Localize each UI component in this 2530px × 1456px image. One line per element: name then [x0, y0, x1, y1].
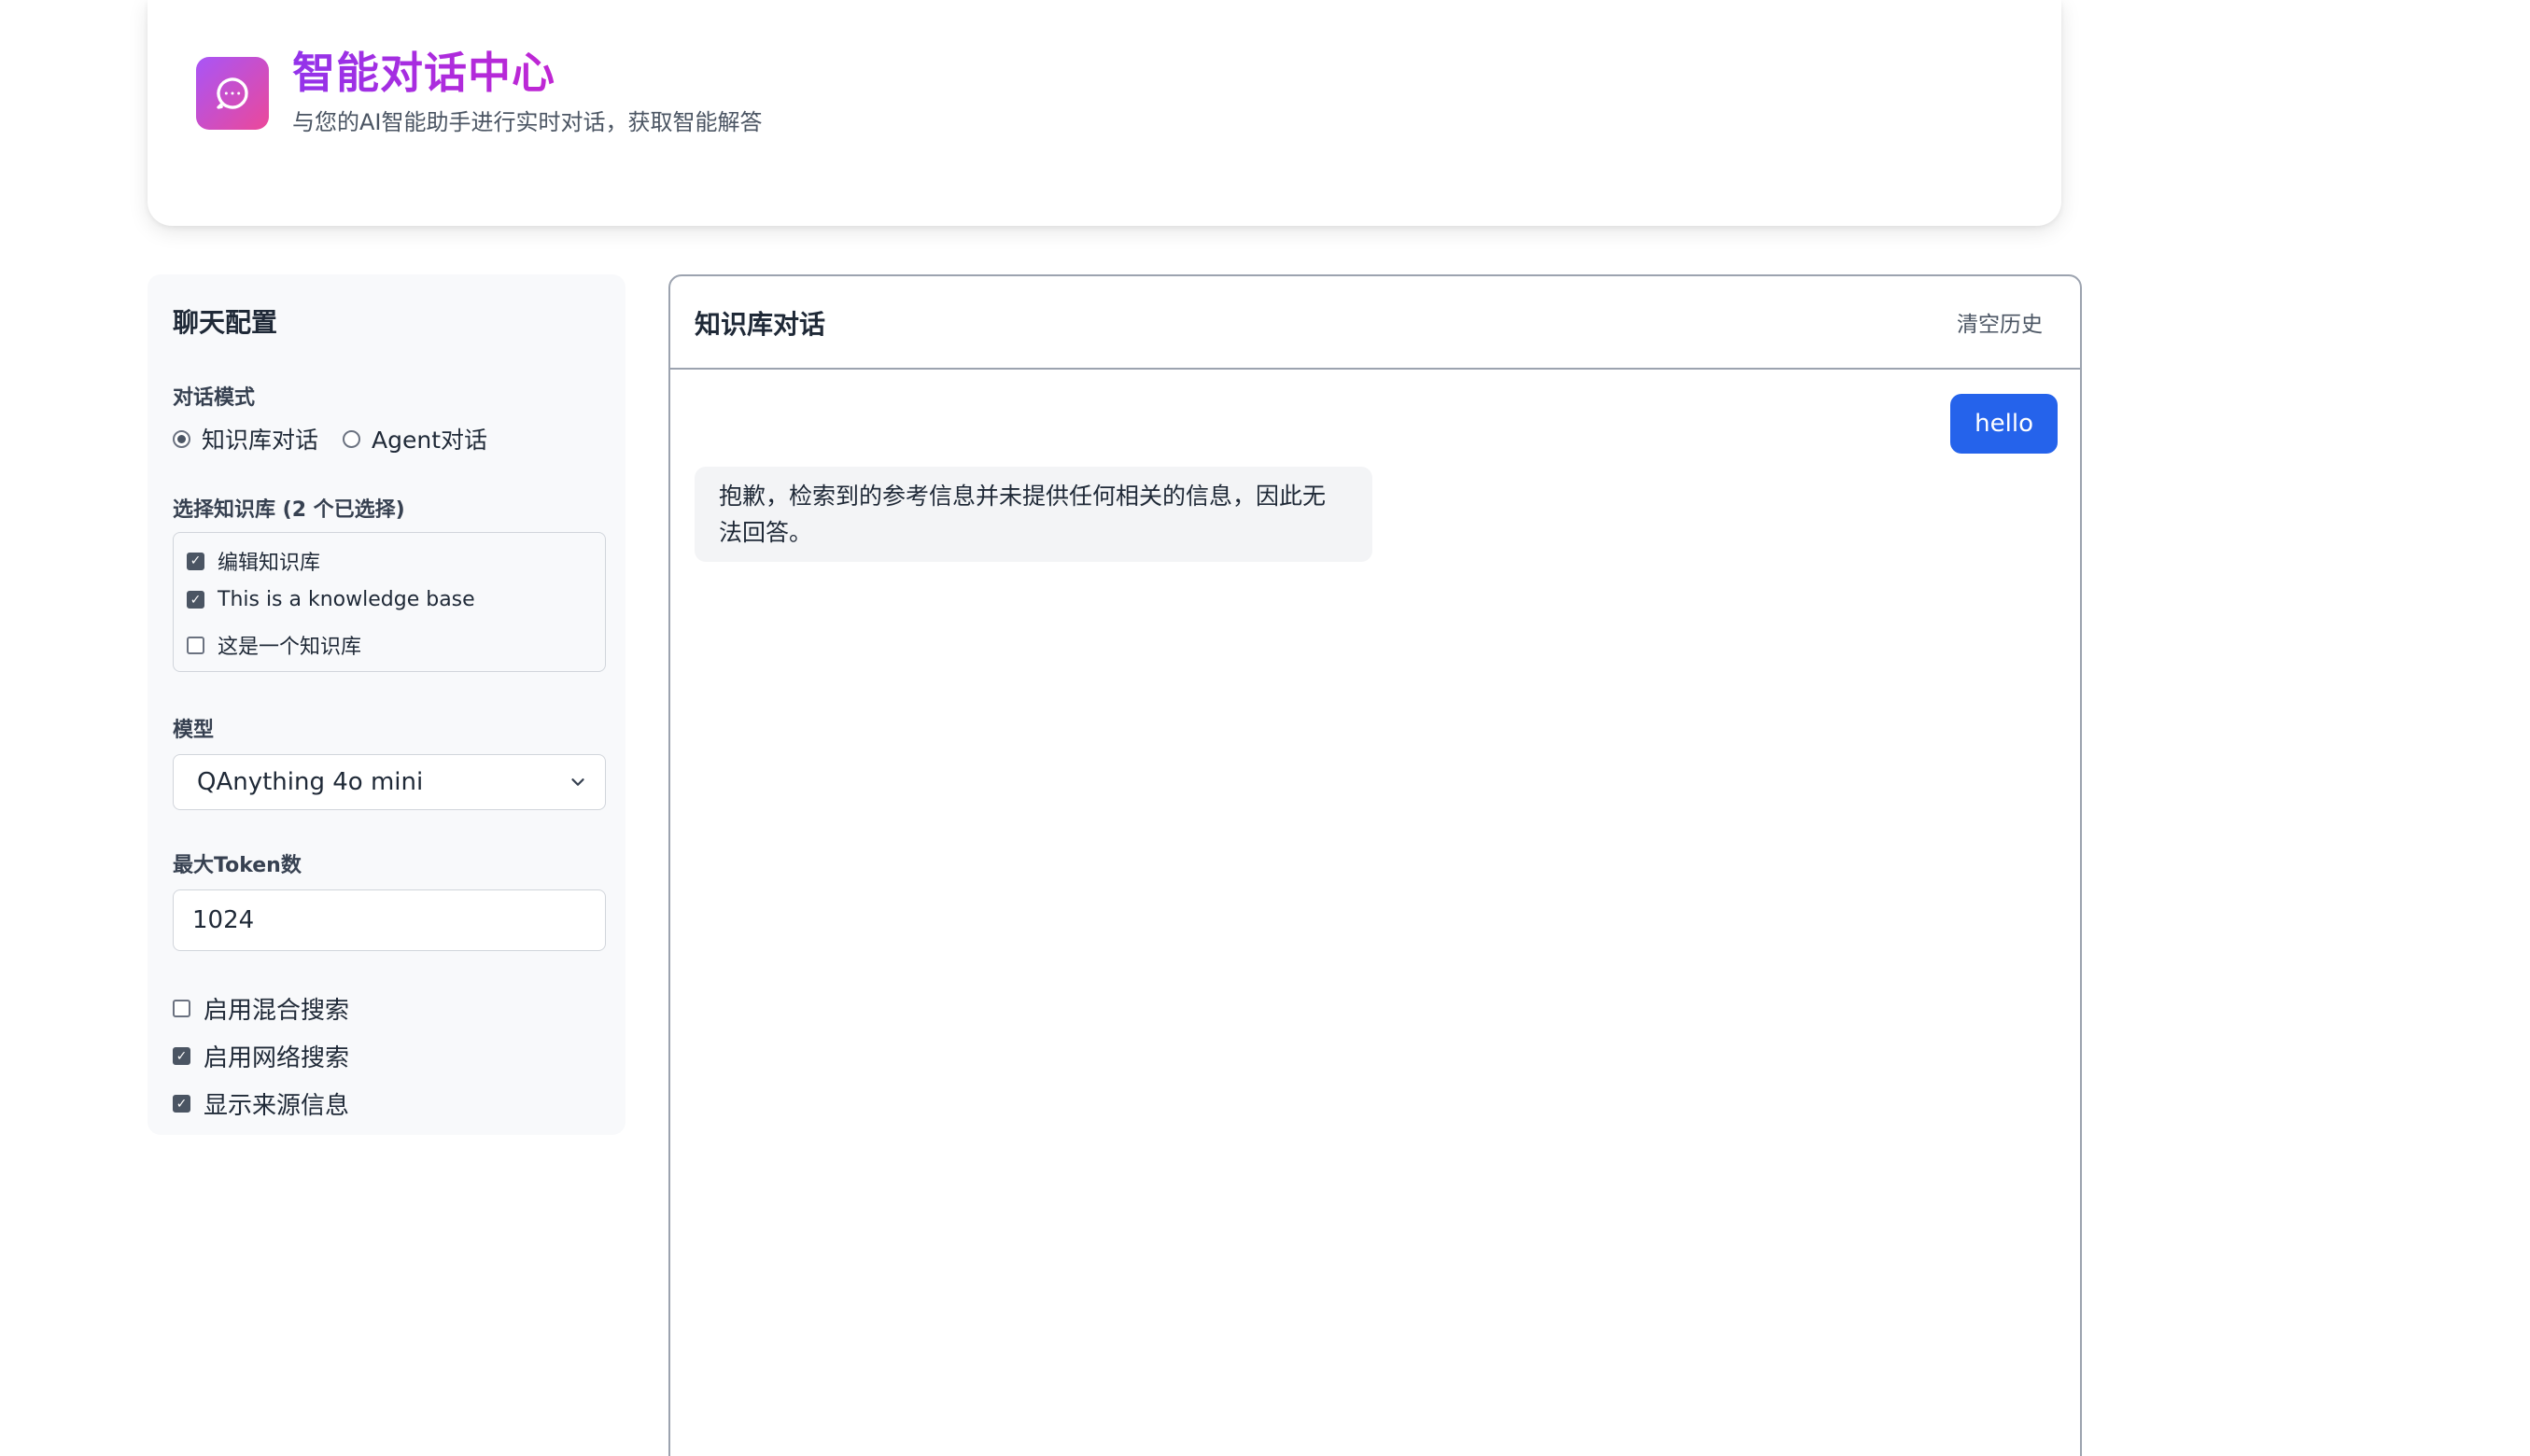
kb-item-zheshi[interactable]: 这是一个知识库 [187, 630, 361, 660]
chat-title: 知识库对话 [695, 309, 826, 340]
app-title: 智能对话中心 [292, 45, 555, 101]
mode-label: 对话模式 [173, 386, 256, 410]
kb-label: 选择知识库 (2 个已选择) [173, 498, 405, 522]
model-select-value: QAnything 4o mini [197, 768, 424, 796]
option-hybrid-search[interactable]: 启用混合搜索 [173, 991, 349, 1026]
option-checkbox[interactable] [173, 1095, 190, 1113]
chat-bubble-icon [217, 77, 248, 109]
chevron-down-icon [571, 778, 584, 786]
chat-panel: 知识库对话 清空历史 hello 抱歉，检索到的参考信息并未提供任何相关的信息，… [668, 274, 2082, 1456]
clear-history-button[interactable]: 清空历史 [1957, 306, 2043, 338]
option-label: 显示来源信息 [204, 1092, 350, 1120]
chat-header: 知识库对话 清空历史 [670, 276, 2080, 370]
max-tokens-input[interactable]: 1024 [173, 889, 606, 951]
kb-item-this-is[interactable]: This is a knowledge base [187, 588, 475, 611]
kb-item-label: 编辑知识库 [218, 552, 321, 575]
option-web-search[interactable]: 启用网络搜索 [173, 1039, 349, 1073]
mode-radio-group: 知识库对话 Agent对话 [173, 422, 512, 455]
mode-option-label: 知识库对话 [202, 427, 319, 454]
kb-checkbox[interactable] [187, 591, 204, 609]
option-checkbox[interactable] [173, 1047, 190, 1065]
kb-item-label: 这是一个知识库 [218, 636, 362, 659]
max-tokens-label: 最大Token数 [173, 854, 302, 877]
option-show-source[interactable]: 显示来源信息 [173, 1086, 349, 1121]
page: 智能对话中心 与您的AI智能助手进行实时对话，获取智能解答 聊天配置 对话模式 … [0, 0, 2530, 1456]
user-message: hello [1950, 394, 2058, 454]
header-card: 智能对话中心 与您的AI智能助手进行实时对话，获取智能解答 [148, 0, 2061, 226]
mode-option-agent[interactable]: Agent对话 [343, 422, 487, 455]
sidebar-title: 聊天配置 [173, 307, 278, 338]
option-label: 启用混合搜索 [204, 997, 350, 1025]
kb-list: 编辑知识库 This is a knowledge base 这是一个知识库 [173, 532, 606, 672]
app-logo [196, 57, 269, 130]
radio-agent[interactable] [343, 429, 361, 448]
kb-item-edit[interactable]: 编辑知识库 [187, 546, 320, 576]
option-label: 启用网络搜索 [204, 1044, 350, 1072]
kb-checkbox[interactable] [187, 552, 204, 570]
radio-knowledge[interactable] [173, 429, 190, 448]
chat-config-sidebar: 聊天配置 对话模式 知识库对话 Agent对话 选择知识库 (2 个已选择) 编… [148, 274, 625, 1135]
max-tokens-value: 1024 [192, 906, 255, 934]
model-label: 模型 [173, 719, 215, 742]
mode-option-label: Agent对话 [372, 427, 488, 454]
assistant-message: 抱歉，检索到的参考信息并未提供任何相关的信息，因此无法回答。 [695, 467, 1372, 562]
app-subtitle: 与您的AI智能助手进行实时对话，获取智能解答 [292, 109, 763, 135]
kb-item-label: This is a knowledge base [218, 588, 475, 611]
model-select[interactable]: QAnything 4o mini [173, 754, 606, 810]
kb-checkbox[interactable] [187, 636, 204, 654]
mode-option-knowledge[interactable]: 知识库对话 [173, 422, 318, 455]
option-checkbox[interactable] [173, 1000, 190, 1017]
